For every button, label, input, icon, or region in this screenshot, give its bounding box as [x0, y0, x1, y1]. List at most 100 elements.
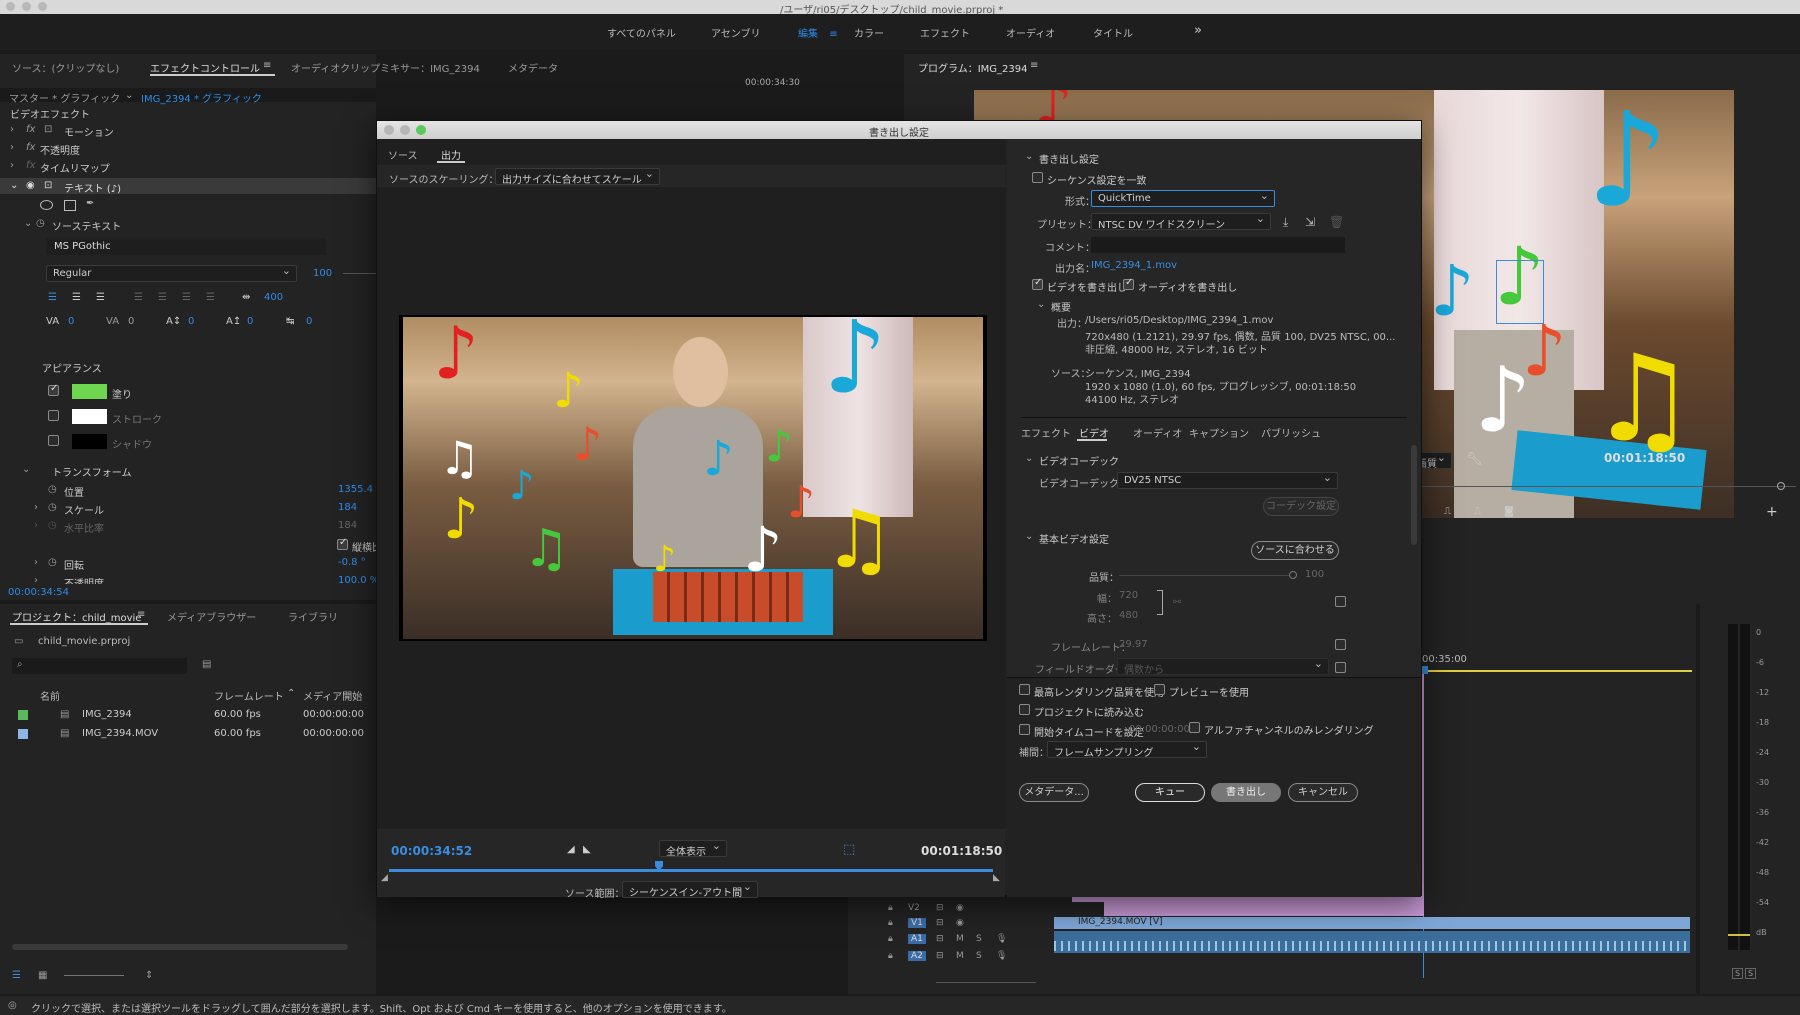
set-out-point-icon[interactable]: ◣: [583, 844, 591, 855]
new-bin-icon[interactable]: ▤: [202, 659, 211, 670]
solo-icon[interactable]: S: [976, 951, 982, 961]
collapse-summary-icon[interactable]: ⌄: [1037, 299, 1045, 310]
stopwatch-icon[interactable]: ◷: [48, 484, 57, 495]
eye-icon[interactable]: ◉: [956, 903, 964, 913]
sync-lock-icon[interactable]: ⊟: [936, 903, 944, 913]
list-view-icon[interactable]: ☰: [12, 970, 21, 981]
expand-rotation-icon[interactable]: ›: [34, 557, 38, 568]
graphic-clip-v2b[interactable]: [1104, 902, 1424, 916]
collapse-video-codec-icon[interactable]: ⌄: [1025, 453, 1033, 464]
video-codec-dropdown[interactable]: DV25 NTSC: [1117, 471, 1338, 489]
workspace-tab-color[interactable]: カラー: [854, 25, 884, 40]
tab-dialog-source[interactable]: ソース: [388, 147, 418, 162]
lock-icon[interactable]: 🔒︎: [888, 934, 893, 944]
dialog-close-button[interactable]: [384, 125, 394, 135]
tab-width-value[interactable]: 0: [306, 316, 312, 327]
match-source-button[interactable]: ソースに合わせる: [1251, 541, 1339, 560]
collapse-transform-icon[interactable]: ⌄: [22, 464, 30, 475]
solo-icon[interactable]: S: [976, 934, 982, 944]
track-label[interactable]: A1: [908, 934, 926, 944]
collapse-text-icon[interactable]: ⌄: [10, 180, 18, 191]
lock-icon[interactable]: 🔒︎: [888, 951, 893, 961]
quality-slider[interactable]: [1119, 575, 1289, 576]
framerate-checkbox[interactable]: [1335, 639, 1346, 650]
out-marker-icon[interactable]: ◣: [993, 873, 1000, 883]
panel-menu-icon[interactable]: ≡: [1030, 60, 1038, 71]
close-window-button[interactable]: [6, 2, 15, 11]
icon-view-icon[interactable]: ▦: [38, 970, 47, 981]
export-frame-icon[interactable]: ◙: [1504, 506, 1514, 517]
width-height-checkbox[interactable]: [1335, 596, 1346, 607]
tab-project[interactable]: プロジェクト：child_movie: [12, 609, 141, 624]
workspace-overflow-button[interactable]: »: [1194, 23, 1202, 38]
ellipse-mask-icon[interactable]: [40, 200, 53, 210]
collapse-source-text-icon[interactable]: ⌄: [24, 218, 32, 229]
field-order-checkbox[interactable]: [1335, 662, 1346, 673]
font-size-slider[interactable]: [343, 273, 376, 274]
sync-lock-icon[interactable]: ⊟: [936, 934, 944, 944]
zoom-window-button[interactable]: [38, 2, 47, 11]
collapse-basic-video-icon[interactable]: ⌄: [1025, 531, 1033, 542]
wrench-icon[interactable]: 🔧︎: [1466, 452, 1483, 467]
max-render-checkbox[interactable]: [1019, 684, 1030, 695]
rotation-value[interactable]: -0.8 °: [338, 557, 366, 568]
panel-menu-icon[interactable]: ≡: [263, 60, 271, 71]
font-size-value[interactable]: 100: [313, 268, 332, 279]
match-sequence-checkbox[interactable]: [1032, 172, 1043, 183]
comment-input[interactable]: [1091, 237, 1345, 253]
tab-settings-audio[interactable]: オーディオ: [1133, 425, 1182, 440]
list-item[interactable]: ▤ IMG_2394.MOV 60.00 fps 00:00:00:00: [0, 725, 376, 743]
track-label[interactable]: V2: [908, 903, 920, 913]
output-name-link[interactable]: IMG_2394_1.mov: [1091, 260, 1177, 271]
font-style-dropdown[interactable]: Regular: [46, 264, 297, 282]
import-project-checkbox[interactable]: [1019, 704, 1030, 715]
scrub-end-handle[interactable]: [1777, 482, 1785, 490]
dialog-zoom-button[interactable]: [416, 125, 426, 135]
solo-left-button[interactable]: S: [1732, 968, 1744, 979]
ec-current-timecode[interactable]: 00:00:34:54: [8, 587, 69, 598]
zoom-dropdown[interactable]: 全体表示: [659, 839, 727, 858]
collapse-export-settings-icon[interactable]: ⌄: [1025, 151, 1033, 162]
tab-media-browser[interactable]: メディアブラウザー: [167, 609, 256, 624]
expand-scale-icon[interactable]: ›: [34, 502, 38, 513]
tab-settings-effects[interactable]: エフェクト: [1021, 425, 1071, 440]
pen-mask-icon[interactable]: ✒: [86, 198, 94, 209]
preset-dropdown[interactable]: NTSC DV ワイドスクリーン: [1091, 212, 1271, 231]
align-left-icon[interactable]: ☰: [48, 292, 57, 303]
dialog-minimize-button[interactable]: [400, 125, 410, 135]
shadow-color-swatch[interactable]: [72, 434, 107, 449]
import-preset-icon[interactable]: ⇲: [1305, 215, 1315, 229]
rect-mask-icon[interactable]: [64, 200, 76, 211]
fill-checkbox[interactable]: [48, 383, 59, 396]
source-range-dropdown[interactable]: シーケンスイン-アウト間: [622, 880, 758, 899]
use-preview-checkbox[interactable]: [1154, 684, 1165, 695]
alpha-only-checkbox[interactable]: [1189, 722, 1200, 733]
sync-lock-icon[interactable]: ⊟: [936, 951, 944, 961]
track-label[interactable]: A2: [908, 951, 926, 961]
uniform-scale-checkbox[interactable]: [337, 537, 348, 550]
work-area-bar[interactable]: [1424, 670, 1692, 672]
settings-scrollbar[interactable]: [1411, 445, 1417, 545]
search-input[interactable]: [12, 658, 187, 674]
sort-icon[interactable]: ⇕: [145, 970, 153, 981]
save-preset-icon[interactable]: ⤓: [1283, 215, 1288, 230]
label-color-swatch[interactable]: [18, 729, 28, 739]
track-header[interactable]: 🔒︎ A2 ⊟ M S 🎙︎: [888, 950, 1048, 964]
stopwatch-icon[interactable]: ◷: [36, 218, 45, 229]
col-framerate[interactable]: フレームレート: [214, 688, 284, 703]
stroke-color-swatch[interactable]: [72, 409, 107, 424]
tab-libraries[interactable]: ライブラリ: [288, 609, 338, 624]
kerning-value[interactable]: 0: [68, 316, 74, 327]
text-layer-row[interactable]: [0, 178, 376, 194]
in-marker-icon[interactable]: ◢: [381, 873, 388, 883]
shadow-checkbox[interactable]: [48, 435, 59, 446]
tsume-value[interactable]: 0: [247, 316, 253, 327]
list-item[interactable]: ▤ IMG_2394 60.00 fps 00:00:00:00: [0, 706, 376, 724]
aspect-toggle-icon[interactable]: ⬚: [843, 842, 855, 857]
horizontal-scrollbar[interactable]: [12, 944, 348, 950]
quality-slider-handle[interactable]: [1289, 571, 1297, 579]
col-media-start[interactable]: メディア開始: [303, 688, 362, 703]
zoom-slider[interactable]: [64, 975, 124, 976]
format-dropdown[interactable]: QuickTime: [1091, 189, 1275, 207]
col-name[interactable]: 名前: [40, 688, 60, 703]
